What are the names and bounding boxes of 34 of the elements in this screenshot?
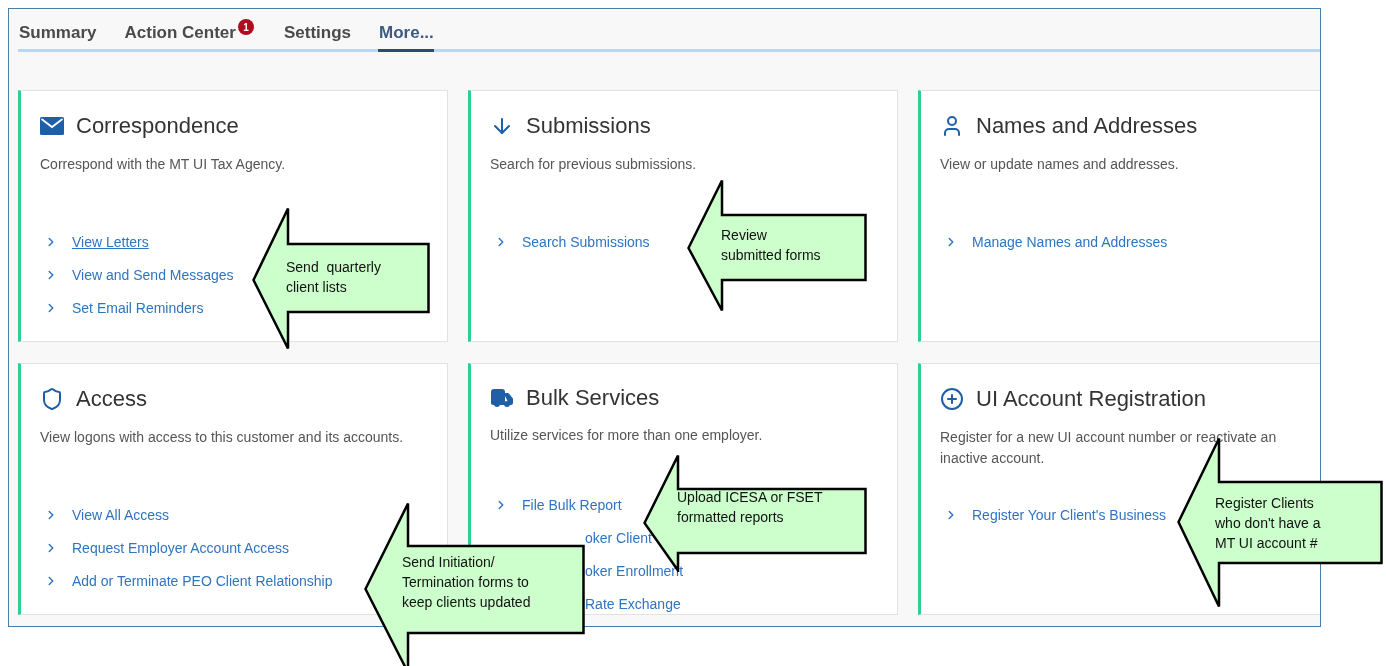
card-link[interactable]: File Bulk Report bbox=[522, 497, 622, 513]
card-link[interactable]: Set Email Reminders bbox=[72, 300, 204, 316]
card-link[interactable]: oker Enrollment bbox=[585, 563, 684, 579]
card-description: View or update names and addresses. bbox=[940, 155, 1180, 174]
card-description: View logons with access to this customer and its accounts. bbox=[40, 428, 405, 447]
card-title: Access bbox=[76, 386, 147, 412]
card-link[interactable]: View and Send Messages bbox=[72, 267, 234, 283]
card-description: Register for a new UI account number or reactivate an inactive account. bbox=[940, 428, 1278, 468]
card-title: Bulk Services bbox=[526, 385, 660, 411]
callout-text: Send Initiation/ Termination forms to keep clients updated bbox=[402, 553, 531, 612]
card-link[interactable]: View All Access bbox=[72, 507, 169, 523]
card-title: Submissions bbox=[526, 113, 651, 139]
card-link[interactable]: Rate Exchange bbox=[585, 596, 681, 612]
card-link[interactable]: Manage Names and Addresses bbox=[972, 234, 1168, 250]
card-description: Utilize services for more than one employer. bbox=[490, 426, 764, 445]
card-link[interactable]: View Letters bbox=[72, 234, 149, 250]
card-link[interactable]: Request Employer Account Access bbox=[72, 540, 290, 556]
tab[interactable]: Settings bbox=[282, 23, 351, 52]
card-description: Correspond with the MT UI Tax Agency. bbox=[40, 155, 287, 174]
card-link[interactable]: Add or Terminate PEO Client Relationship bbox=[72, 573, 333, 589]
card-link[interactable]: oker Client bbox=[585, 530, 652, 546]
card-title: Correspondence bbox=[76, 113, 239, 139]
card-link[interactable]: Register Your Client's Business bbox=[972, 507, 1167, 523]
notification-badge: 1 bbox=[237, 19, 254, 35]
callout-text: Send quarterly client lists bbox=[286, 258, 381, 297]
tab[interactable]: More... bbox=[378, 23, 434, 52]
tab[interactable]: Summary bbox=[18, 23, 97, 52]
card-title: UI Account Registration bbox=[976, 386, 1206, 412]
card-title: Names and Addresses bbox=[976, 113, 1198, 139]
callout-text: Upload ICESA or FSET formatted reports bbox=[677, 488, 823, 527]
callout-text: Review submitted forms bbox=[721, 226, 821, 265]
card-link[interactable]: Search Submissions bbox=[522, 234, 650, 250]
card-description: Search for previous submissions. bbox=[490, 155, 698, 174]
callout-text: Register Clients who don't have a MT UI account # bbox=[1215, 494, 1321, 553]
